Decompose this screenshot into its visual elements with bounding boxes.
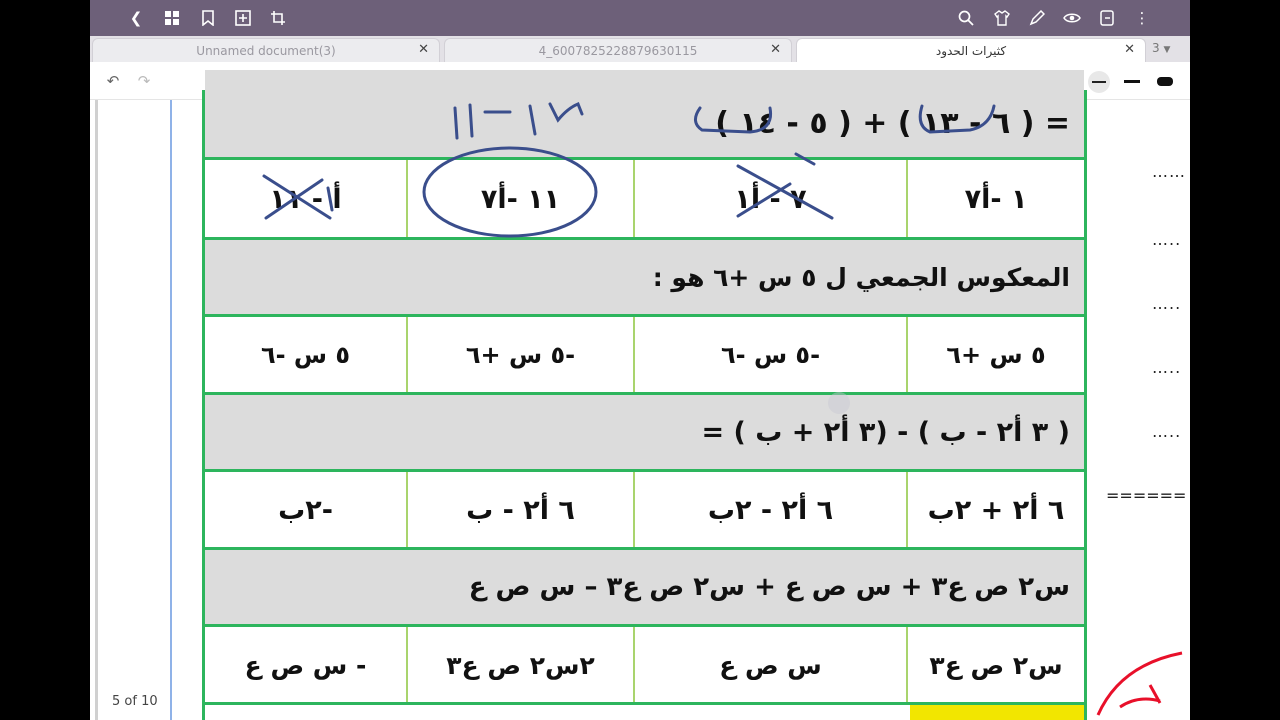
answer-option[interactable]: -٥ س -٦ — [633, 317, 906, 393]
document-canvas[interactable]: = ( ٦ - ١٣ ) + ( ٥ - ١٤ ) ١ -أ٧ ٧ - أ١ ١… — [90, 70, 1190, 720]
close-icon[interactable]: ✕ — [418, 42, 429, 57]
worksheet-table: = ( ٦ - ١٣ ) + ( ٥ - ١٤ ) ١ -أ٧ ٧ - أ١ ١… — [202, 70, 1087, 720]
tab-unnamed-document[interactable]: Unnamed document(3) ✕ — [92, 38, 440, 62]
stroke-thick[interactable] — [1157, 77, 1173, 86]
top-bar: ❮ ⋮ — [90, 0, 1190, 36]
crop-icon[interactable] — [268, 8, 288, 28]
margin-dots: ….. — [1152, 422, 1182, 441]
close-icon[interactable]: ✕ — [1124, 42, 1135, 57]
answer-option[interactable]: ٦ أ٢ - ب — [406, 472, 633, 548]
tab-label: Unnamed document(3) — [196, 43, 336, 58]
answer-option[interactable]: ٦ أ٢ + ٢ب — [906, 472, 1084, 548]
close-icon[interactable]: ✕ — [770, 42, 781, 57]
answer-option[interactable]: أ - ١١ — [205, 160, 406, 238]
tab-polynomials[interactable]: كثيرات الحدود ✕ — [796, 38, 1146, 62]
app-window: ❮ ⋮ Unnamed document(3) ✕ 4_600782522887… — [90, 0, 1190, 720]
eye-icon[interactable] — [1062, 8, 1082, 28]
redo-icon[interactable]: ↷ — [133, 70, 155, 92]
bookmark-icon[interactable] — [198, 8, 218, 28]
question-text: س٢ ص ع٣ + س ص ع + س٢ ص ع٣ – س ص ع — [468, 572, 1070, 602]
answer-row: ٥ س +٦ -٥ س -٦ -٥ س +٦ ٥ س -٦ — [205, 317, 1084, 393]
tab-label: كثيرات الحدود — [935, 43, 1007, 58]
margin-dots: ….. — [1152, 230, 1182, 249]
answer-option[interactable]: ١١ -أ٧ — [406, 160, 633, 238]
more-icon[interactable]: ⋮ — [1132, 8, 1152, 28]
grid-icon[interactable] — [162, 8, 182, 28]
chevron-down-icon: ▼ — [1163, 45, 1171, 55]
answer-option[interactable]: ٦ أ٢ - ٢ب — [633, 472, 906, 548]
shirt-icon[interactable] — [992, 8, 1012, 28]
stroke-thin[interactable] — [1088, 71, 1110, 93]
question-text: المعكوس الجمعي ل ٥ س +٦ هو : — [652, 262, 1070, 292]
question-row: المعكوس الجمعي ل ٥ س +٦ هو : — [205, 237, 1084, 317]
add-page-icon[interactable] — [233, 8, 253, 28]
margin-dots: ….. — [1152, 358, 1182, 377]
red-sticker — [1096, 651, 1183, 716]
page-edge — [95, 100, 98, 720]
search-icon[interactable] — [956, 8, 976, 28]
question-text: ( ٣ أ٢ - ب ) - (٣ أ٢ + ب ) = — [701, 416, 1070, 448]
answer-option[interactable]: -٢ب — [205, 472, 406, 548]
answer-option[interactable]: ٥ س +٦ — [906, 317, 1084, 393]
cursor-dot — [828, 392, 850, 414]
tab-file-number[interactable]: 4_6007825228879630115 ✕ — [444, 38, 792, 62]
margin-dots: ….. — [1152, 294, 1182, 313]
answer-option[interactable]: ٥ س -٦ — [205, 317, 406, 393]
answer-option[interactable]: س ص ع — [633, 627, 906, 703]
margin-rule — [170, 100, 172, 720]
tab-label: 4_6007825228879630115 — [538, 43, 698, 58]
answer-option[interactable]: - س ص ع — [205, 627, 406, 703]
answer-row: س٢ ص ع٣ س ص ع ٢س٢ ص ع٣ - س ص ع — [205, 627, 1084, 703]
tab-count-badge[interactable]: 3 ▼ — [1152, 41, 1170, 55]
answer-option[interactable]: ٢س٢ ص ع٣ — [406, 627, 633, 703]
undo-icon[interactable]: ↶ — [102, 70, 124, 92]
pen-edit-icon[interactable] — [1027, 8, 1047, 28]
question-row: ( ٣ أ٢ - ب ) - (٣ أ٢ + ب ) = — [205, 392, 1084, 472]
page-indicator: 5 of 10 — [112, 694, 158, 709]
margin-dots: ====== — [1106, 486, 1187, 505]
answer-option[interactable]: س٢ ص ع٣ — [906, 627, 1084, 703]
stroke-medium[interactable] — [1124, 80, 1140, 83]
answer-row: ١ -أ٧ ٧ - أ١ ١١ -أ٧ أ - ١١ — [205, 160, 1084, 238]
margin-dots: …… — [1152, 162, 1186, 181]
answer-option[interactable]: ٧ - أ١ — [633, 160, 906, 238]
answer-option[interactable]: -٥ س +٦ — [406, 317, 633, 393]
question-text: = ( ٦ - ١٣ ) + ( ٥ - ١٤ ) — [715, 106, 1070, 141]
back-icon[interactable]: ❮ — [126, 8, 146, 28]
question-row: س٢ ص ع٣ + س ص ع + س٢ ص ع٣ – س ص ع — [205, 547, 1084, 627]
answer-option[interactable]: ١ -أ٧ — [906, 160, 1084, 238]
answer-row: ٦ أ٢ + ٢ب ٦ أ٢ - ٢ب ٦ أ٢ - ب -٢ب — [205, 472, 1084, 548]
question-row: = ( ٦ - ١٣ ) + ( ٥ - ١٤ ) — [205, 70, 1084, 160]
tab-strip: Unnamed document(3) ✕ 4_6007825228879630… — [90, 36, 1190, 62]
next-question-header — [910, 705, 1084, 720]
export-icon[interactable] — [1097, 8, 1117, 28]
